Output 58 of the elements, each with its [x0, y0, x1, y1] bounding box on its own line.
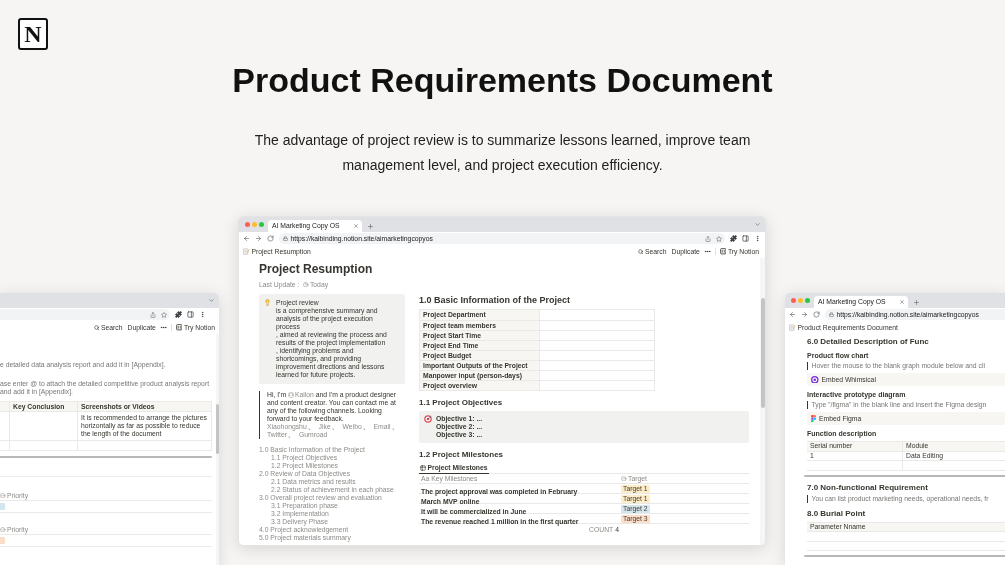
window-maximize-icon[interactable]	[804, 298, 810, 303]
memo-icon	[243, 248, 250, 255]
puzzle-icon[interactable]	[730, 235, 737, 242]
lock-icon	[829, 312, 834, 317]
search-icon	[94, 324, 100, 331]
chevron-down-icon[interactable]	[208, 297, 215, 304]
horizontal-scrollbar[interactable]	[0, 456, 212, 458]
logo-icon	[719, 248, 727, 255]
section-heading: 7.0 Non-functional Requirement	[807, 482, 929, 493]
share-icon[interactable]	[150, 311, 156, 318]
section-heading: 8.0 Burial Point	[807, 508, 867, 519]
side-panel-icon[interactable]	[742, 235, 749, 242]
back-icon[interactable]	[243, 235, 250, 242]
chevron-circle-icon	[621, 475, 627, 482]
back-icon[interactable]	[789, 311, 796, 318]
chevron-circle-icon	[0, 492, 6, 499]
hero-subtitle: The advantage of project review is to summarize lessons learned, improve team management level, and project execution efficiency.	[253, 131, 752, 175]
horizontal-scrollbar[interactable]	[804, 555, 1005, 557]
logo: N	[18, 18, 48, 50]
window-close-icon[interactable]	[790, 298, 796, 303]
star-icon[interactable]	[161, 311, 167, 318]
ring-icon	[811, 375, 819, 384]
memo-icon	[789, 324, 796, 331]
section-heading: 1.0 Basic Information of the Project	[419, 294, 572, 306]
color-blocks-icon	[811, 414, 816, 423]
window-close-icon[interactable]	[244, 222, 250, 227]
table-icon	[420, 465, 426, 471]
chevron-circle-icon	[0, 526, 6, 533]
window-minimize-icon[interactable]	[251, 222, 257, 227]
section-heading: 6.0 Detailed Description of Func	[807, 337, 930, 347]
new-tab-icon[interactable]	[367, 222, 374, 230]
hero-title: Product Requirements Document	[232, 60, 773, 100]
forward-icon[interactable]	[801, 311, 808, 318]
section-heading: 1.2 Project Milestones	[419, 450, 505, 460]
vertical-scrollbar[interactable]	[760, 258, 765, 545]
clock-icon	[303, 281, 309, 288]
tab-close-icon[interactable]	[899, 299, 905, 305]
forward-icon[interactable]	[255, 235, 262, 242]
lightbulb-icon	[264, 299, 271, 306]
window-maximize-icon[interactable]	[258, 222, 264, 227]
lock-icon	[283, 236, 288, 241]
reload-icon[interactable]	[267, 235, 274, 242]
search-icon	[638, 248, 644, 255]
chevron-down-icon[interactable]	[754, 221, 761, 228]
share-icon[interactable]	[705, 235, 711, 242]
side-panel-icon[interactable]	[187, 311, 194, 318]
section-heading: 1.1 Project Objectives	[419, 398, 504, 408]
new-tab-icon[interactable]	[913, 298, 920, 306]
window-minimize-icon[interactable]	[797, 298, 803, 303]
avatar-icon	[287, 391, 294, 398]
page-title: Project Resumption	[259, 262, 374, 277]
target-icon	[424, 415, 432, 423]
horizontal-scrollbar[interactable]	[804, 474, 1005, 477]
star-icon[interactable]	[716, 235, 722, 242]
reload-icon[interactable]	[813, 311, 820, 318]
logo-icon	[175, 324, 183, 331]
tab-close-icon[interactable]	[353, 223, 359, 229]
puzzle-icon[interactable]	[175, 311, 182, 318]
